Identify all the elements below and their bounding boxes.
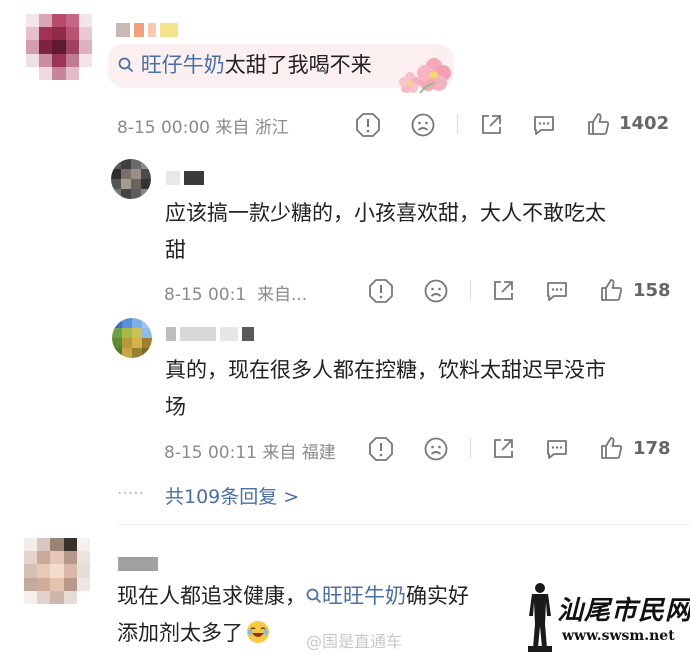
like-icon[interactable] bbox=[586, 111, 612, 141]
reply-username-redacted[interactable] bbox=[166, 326, 258, 341]
reply-avatar[interactable] bbox=[112, 318, 152, 358]
share-icon[interactable] bbox=[490, 436, 516, 466]
more-replies-link[interactable]: 共109条回复 > bbox=[165, 482, 299, 509]
like-icon[interactable] bbox=[599, 277, 625, 307]
reply-text: 真的，现在很多人都在控糖，饮料太甜迟早没市 场 bbox=[165, 358, 606, 419]
comment-divider bbox=[118, 524, 690, 525]
comment-body-line2: 添加剂太多了 bbox=[117, 621, 243, 645]
reply-meta: 8-15 00:1 来自... bbox=[164, 285, 308, 305]
weibo-watermark: @国是直通车 bbox=[306, 632, 403, 651]
like-count: 1402 bbox=[619, 113, 670, 134]
reply-meta: 8-15 00:11 来自 福建 bbox=[164, 443, 336, 463]
site-name-watermark: 汕尾市民网 bbox=[557, 596, 690, 626]
topic-link[interactable]: 旺旺牛奶 bbox=[322, 584, 406, 608]
report-icon[interactable] bbox=[368, 278, 394, 308]
report-icon[interactable] bbox=[355, 112, 381, 142]
topic-search-icon bbox=[118, 53, 141, 77]
topic-link[interactable]: 旺仔牛奶 bbox=[141, 53, 225, 77]
laughing-crying-emoji-icon bbox=[246, 619, 270, 656]
statue-silhouette-icon bbox=[523, 580, 557, 656]
comment-text: 旺仔牛奶太甜了我喝不来 bbox=[118, 47, 372, 84]
dislike-icon[interactable] bbox=[423, 278, 449, 308]
comment-body-cont: 确实好 bbox=[406, 584, 469, 608]
like-count: 178 bbox=[633, 438, 671, 459]
comment-body: 太甜了我喝不来 bbox=[224, 53, 372, 77]
separator bbox=[457, 114, 458, 134]
reply-avatar[interactable] bbox=[111, 159, 151, 199]
topic-search-icon bbox=[306, 584, 322, 608]
flower-sticker-icon bbox=[398, 55, 454, 101]
comment-icon[interactable] bbox=[544, 436, 570, 466]
reply-text: 应该搞一款少糖的，小孩喜欢甜，大人不敢吃太 甜 bbox=[165, 201, 606, 262]
avatar[interactable] bbox=[24, 538, 90, 604]
comment-text: 现在人都追求健康， 旺旺牛奶确实好 添加剂太多了 bbox=[117, 578, 469, 656]
separator bbox=[470, 280, 471, 300]
avatar[interactable] bbox=[26, 14, 92, 80]
share-icon[interactable] bbox=[490, 278, 516, 308]
dislike-icon[interactable] bbox=[410, 112, 436, 142]
username-redacted[interactable] bbox=[118, 556, 162, 571]
comment-meta: 8-15 00:00 来自 浙江 bbox=[117, 118, 289, 138]
dislike-icon[interactable] bbox=[423, 436, 449, 466]
more-replies-dots: ····· bbox=[117, 484, 145, 504]
reply-username-redacted[interactable] bbox=[166, 170, 208, 185]
report-icon[interactable] bbox=[368, 436, 394, 466]
comment-body: 现在人都追求健康， bbox=[117, 584, 306, 608]
share-icon[interactable] bbox=[478, 112, 504, 142]
separator bbox=[470, 438, 471, 458]
comment-icon[interactable] bbox=[544, 278, 570, 308]
comment-icon[interactable] bbox=[531, 112, 557, 142]
like-count: 158 bbox=[633, 280, 671, 301]
username-redacted[interactable] bbox=[116, 22, 182, 37]
like-icon[interactable] bbox=[599, 435, 625, 465]
site-url-watermark: www.swsm.net bbox=[562, 628, 675, 644]
